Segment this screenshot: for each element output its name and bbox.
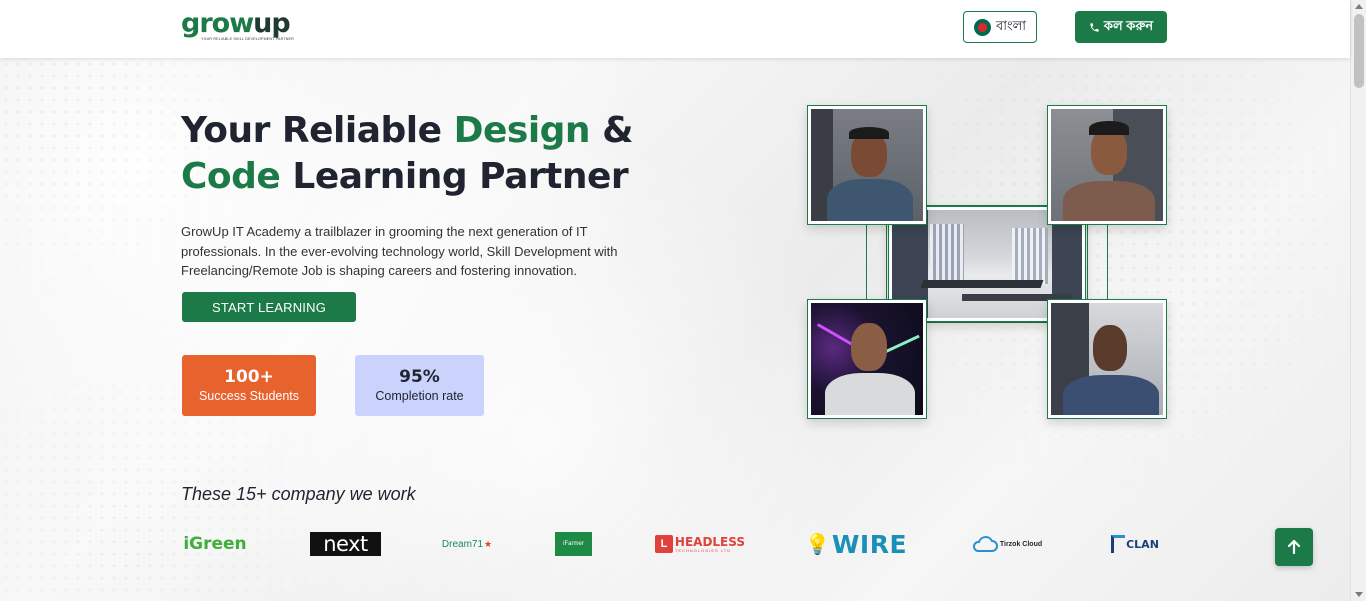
company-logo-text: Tirzok Cloud [999,540,1043,548]
company-logo-wire: 💡 WIRE [804,529,908,559]
stat-value: 100+ [224,367,274,387]
company-logo-text: HEADLESS [674,534,745,549]
companies-title: These 15+ company we work [181,484,416,504]
company-logo-dream71: Dream71 ★ [440,534,494,554]
stat-value: 95% [399,367,440,387]
stat-card-completion: 95% Completion rate [355,355,484,416]
cloud-icon [972,536,998,552]
logo-tagline: YOUR RELIABLE SKILL DEVELOPMENT PARTNER [201,37,294,41]
company-logo-text: Dream71 [441,538,484,550]
star-icon: ★ [484,538,493,549]
page-scrollbar[interactable] [1350,0,1366,601]
bulb-icon: 💡 [804,533,830,556]
company-logo-tirzok: Tirzok Cloud [970,532,1044,556]
company-logo-subtext: TECHNOLOGIES LTD [674,547,732,553]
hero-title-part: Learning Partner [280,156,629,197]
call-label: কল করুন [1103,17,1154,33]
language-toggle-button[interactable]: বাংলা [963,11,1037,43]
stat-card-students: 100+ Success Students [182,355,316,416]
company-logo-ifarmer: iFarmer [555,532,592,556]
hero-title-part: Your Reliable [181,110,454,151]
instructor-photo-1 [807,105,927,225]
hero-title-part: & [590,110,633,151]
hero-description: GrowUp IT Academy a trailblazer in groom… [181,224,618,278]
scrollbar-thumb[interactable] [1354,14,1364,88]
hero-title-highlight: Code [181,156,281,197]
logo-grow-text: grow [181,8,254,39]
company-logo-headless: L HEADLESS TECHNOLOGIES LTD [655,533,745,555]
call-button[interactable]: কল করুন [1075,11,1167,43]
company-logo-text: WIRE [831,529,908,559]
scroll-up-arrow-icon[interactable] [1355,4,1363,9]
site-header: growup YOUR RELIABLE SKILL DEVELOPMENT P… [0,0,1350,58]
company-logo-text: iGreen [183,534,247,554]
company-logo-text: iFarmer [563,541,584,547]
company-logo-green: iGreen [182,532,248,556]
stat-label: Success Students [198,389,300,403]
stat-label: Completion rate [375,389,464,403]
logo-wordmark: growup [181,8,291,39]
hero-title-highlight: Design [453,110,591,151]
instructor-photo-4 [1047,299,1167,419]
arrow-up-icon [1287,539,1301,555]
company-logo-clan: CLAN [1110,532,1160,556]
instructor-photo-2 [1047,105,1167,225]
logo-up-text: up [253,8,291,39]
scroll-to-top-button[interactable] [1275,528,1313,566]
start-learning-button[interactable]: START LEARNING [182,292,356,322]
scroll-down-arrow-icon[interactable] [1355,592,1363,597]
instructor-photo-3 [807,299,927,419]
headless-mark-icon: L [655,535,673,553]
growup-logo[interactable]: growup YOUR RELIABLE SKILL DEVELOPMENT P… [181,8,294,44]
hero-title: Your Reliable Design & Code Learning Par… [181,108,741,200]
language-label: বাংলা [995,17,1027,33]
phone-icon [1090,22,1099,32]
company-logo-text: next [323,532,368,556]
bangladesh-flag-icon [973,18,991,36]
company-logo-text: CLAN [1126,537,1159,551]
clan-mark-icon [1111,535,1126,553]
company-logo-next: next [310,532,381,556]
